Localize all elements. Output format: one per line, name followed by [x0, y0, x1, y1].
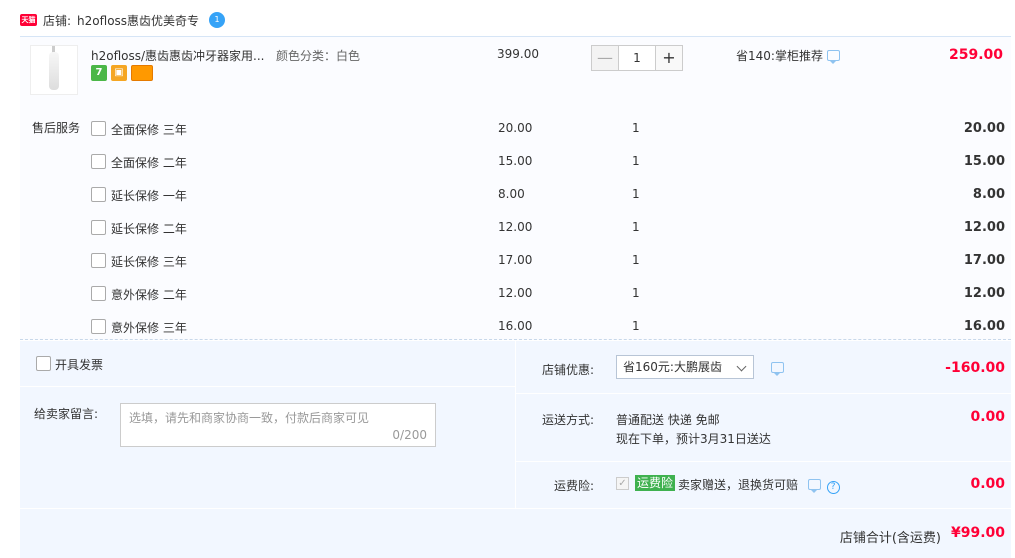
shop-label: 店铺:: [43, 13, 72, 28]
tmall-icon: 天猫: [20, 14, 37, 26]
service-row: 全面保修 三年 20.00 1 20.00: [20, 119, 1011, 152]
service-checkbox[interactable]: [91, 319, 106, 334]
service-qty: 1: [632, 154, 640, 168]
credit-card-icon[interactable]: [131, 65, 153, 81]
decrease-quantity-button[interactable]: —: [591, 45, 619, 71]
service-checkbox[interactable]: [91, 121, 106, 136]
coupon-row: 店铺优惠: 省160元:大鹏展齿 -160.00: [516, 341, 1011, 394]
total-value: ¥99.00: [950, 525, 1005, 541]
product-thumbnail[interactable]: [30, 45, 78, 95]
service-total: 8.00: [972, 187, 1005, 202]
invoice-row: 开具发票: [20, 341, 515, 387]
service-total: 17.00: [963, 253, 1005, 268]
shipping-value: 0.00: [970, 409, 1005, 425]
quantity-stepper: — 1 +: [591, 45, 683, 71]
service-checkbox[interactable]: [91, 253, 106, 268]
order-item-block: h2ofloss/惠齿惠齿冲牙器家用... 颜色分类：白色 7 ▣ 399.00…: [20, 36, 1011, 340]
service-row: 延长保修 二年 12.00 1 12.00: [20, 218, 1011, 251]
message-icon[interactable]: [771, 362, 784, 376]
help-icon[interactable]: ?: [826, 481, 840, 494]
promo-info: 省140:掌柜推荐: [736, 47, 840, 64]
service-row: 意外保修 二年 12.00 1 12.00: [20, 284, 1011, 317]
service-total: 16.00: [963, 319, 1005, 334]
service-qty: 1: [632, 187, 640, 201]
service-name: 延长保修 二年: [111, 222, 187, 236]
coupon-value: -160.00: [945, 360, 1005, 376]
service-name: 全面保修 三年: [111, 123, 187, 137]
service-name: 意外保修 二年: [111, 288, 187, 302]
unit-price: 399.00: [497, 47, 539, 61]
insurance-row: 运费险: ✓ 运费险 卖家赠送，退换货可赔 ? 0.00: [516, 462, 1011, 508]
invoice-checkbox[interactable]: [36, 356, 51, 371]
service-row: 延长保修 三年 17.00 1 17.00: [20, 251, 1011, 284]
service-price: 16.00: [498, 319, 533, 333]
increase-quantity-button[interactable]: +: [655, 45, 683, 71]
insurance-tag: 运费险: [635, 475, 676, 491]
service-checkbox[interactable]: [91, 286, 106, 301]
service-row: 延长保修 一年 8.00 1 8.00: [20, 185, 1011, 218]
service-total: 12.00: [963, 220, 1005, 235]
product-badges: 7 ▣: [91, 65, 153, 81]
memo-placeholder: 选填，请先和商家协商一致，付款后商家可见: [129, 411, 370, 425]
message-icon[interactable]: [807, 479, 821, 493]
shipping-eta: 现在下单，预计3月31日送达: [616, 432, 771, 446]
service-checkbox[interactable]: [91, 187, 106, 202]
quantity-input[interactable]: 1: [619, 45, 655, 71]
service-qty: 1: [632, 253, 640, 267]
insurance-checkbox[interactable]: ✓: [616, 477, 629, 490]
service-price: 17.00: [498, 253, 533, 267]
service-row: 全面保修 二年 15.00 1 15.00: [20, 152, 1011, 185]
service-qty: 1: [632, 286, 640, 300]
service-checkbox[interactable]: [91, 220, 106, 235]
plug-icon[interactable]: ▣: [111, 65, 127, 81]
shipping-method: 普通配送 快递 免邮: [616, 413, 720, 427]
order-summary-panel: 店铺优惠: 省160元:大鹏展齿 -160.00 运送方式: 普通配送 快递 免…: [516, 341, 1011, 508]
service-total: 12.00: [963, 286, 1005, 301]
line-total: 259.00: [948, 47, 1003, 63]
product-image-body: [49, 52, 59, 90]
service-qty: 1: [632, 121, 640, 135]
memo-label: 给卖家留言:: [34, 407, 99, 421]
service-qty: 1: [632, 220, 640, 234]
product-title-link[interactable]: h2ofloss/惠齿惠齿冲牙器家用...: [91, 47, 264, 64]
invoice-label[interactable]: 开具发票: [55, 356, 103, 373]
shop-name-link[interactable]: h2ofloss惠齿优美奇专: [77, 12, 199, 29]
product-sku: 颜色分类：白色: [276, 49, 361, 63]
coupon-select[interactable]: 省160元:大鹏展齿: [616, 355, 754, 379]
insurance-desc-text: 卖家赠送，退换货可赔: [678, 478, 799, 492]
shop-header: 天猫 店铺: h2ofloss惠齿优美奇专 1: [20, 10, 226, 30]
service-price: 15.00: [498, 154, 533, 168]
insurance-value: 0.00: [970, 476, 1005, 492]
service-name: 延长保修 一年: [111, 189, 187, 203]
service-price: 12.00: [498, 286, 533, 300]
service-name: 意外保修 三年: [111, 321, 187, 335]
chat-icon[interactable]: 1: [209, 12, 226, 28]
service-name: 全面保修 二年: [111, 156, 187, 170]
service-price: 20.00: [498, 121, 533, 135]
shop-total-bar: 店铺合计(含运费) ¥99.00: [20, 509, 1011, 558]
insurance-desc: 卖家赠送，退换货可赔 ?: [678, 476, 840, 494]
service-checkbox[interactable]: [91, 154, 106, 169]
service-qty: 1: [632, 319, 640, 333]
service-total: 15.00: [963, 154, 1005, 169]
service-price: 12.00: [498, 220, 533, 234]
shipping-label: 运送方式:: [541, 413, 594, 427]
message-icon[interactable]: [826, 50, 840, 64]
service-price: 8.00: [498, 187, 525, 201]
seven-day-return-icon[interactable]: 7: [91, 65, 107, 81]
service-name: 延长保修 三年: [111, 255, 187, 269]
memo-char-count: 0/200: [392, 428, 427, 442]
total-label: 店铺合计(含运费): [839, 531, 941, 546]
service-total: 20.00: [963, 121, 1005, 136]
coupon-label: 店铺优惠:: [541, 363, 594, 377]
shipping-row: 运送方式: 普通配送 快递 免邮 现在下单，预计3月31日送达 0.00: [516, 394, 1011, 462]
chevron-down-icon: [736, 361, 747, 372]
insurance-label: 运费险:: [553, 479, 594, 493]
promo-text: 省140:掌柜推荐: [736, 49, 823, 63]
coupon-selected: 省160元:大鹏展齿: [623, 360, 722, 374]
seller-memo-input[interactable]: 选填，请先和商家协商一致，付款后商家可见 0/200: [120, 403, 436, 447]
order-options-panel: 开具发票 给卖家留言: 选填，请先和商家协商一致，付款后商家可见 0/200: [20, 341, 515, 508]
